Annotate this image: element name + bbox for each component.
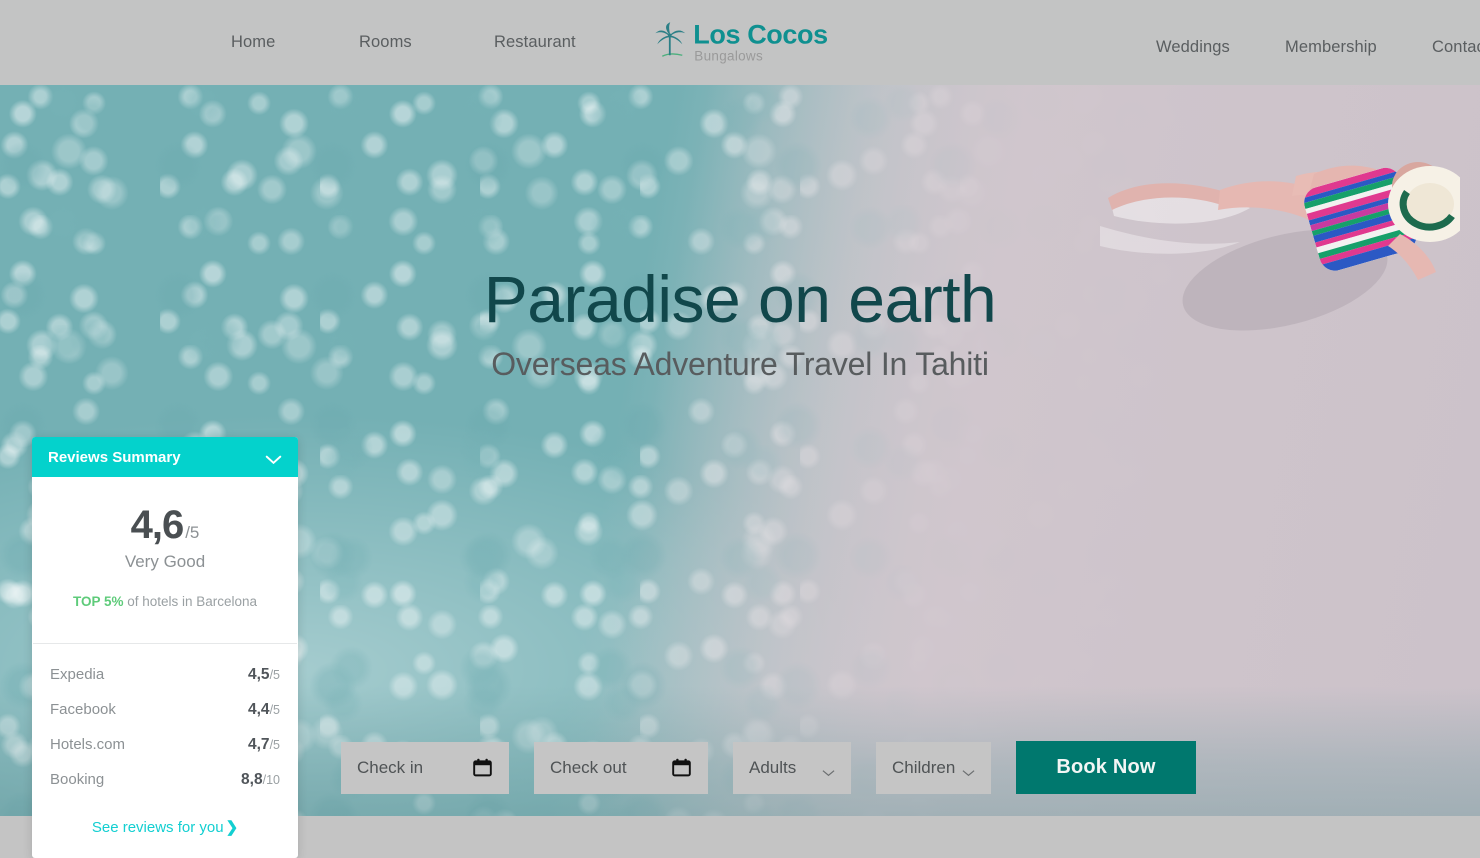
- review-source-denominator: /10: [262, 773, 280, 787]
- nav-item-home[interactable]: Home: [231, 33, 275, 52]
- adults-label: Adults: [749, 757, 797, 777]
- review-source-row: Booking 8,8/10: [50, 763, 280, 798]
- review-source-name: Expedia: [50, 666, 105, 683]
- review-source-denominator: /5: [269, 738, 280, 752]
- children-label: Children: [892, 757, 956, 777]
- reviews-summary-header[interactable]: Reviews Summary: [32, 437, 298, 477]
- hero-title: Paradise on earth: [483, 262, 997, 336]
- nav-item-contact[interactable]: Contact: [1432, 38, 1480, 57]
- review-source-value: 8,8: [241, 771, 263, 788]
- hero-subtitle: Overseas Adventure Travel In Tahiti: [491, 346, 989, 383]
- overall-score-denominator: /5: [185, 523, 200, 542]
- review-source-denominator: /5: [269, 668, 280, 682]
- primary-nav-left: Home Rooms Restaurant: [0, 0, 660, 85]
- hero-text-block: Paradise on earth Overseas Adventure Tra…: [0, 262, 1480, 383]
- reviews-summary-widget: Reviews Summary 4,6/5 Very Good TOP 5% o…: [32, 437, 298, 858]
- review-source-value: 4,4: [248, 701, 270, 718]
- calendar-icon[interactable]: [671, 757, 692, 778]
- review-source-row: Facebook 4,4/5: [50, 693, 280, 728]
- review-source-name: Facebook: [50, 701, 116, 718]
- review-source-name: Booking: [50, 771, 105, 788]
- booking-bar: Check in Check out Adults Children Book …: [341, 741, 1196, 794]
- review-source-value: 4,7: [248, 736, 270, 753]
- primary-nav-right: Weddings Membership Contact: [860, 0, 1480, 85]
- checkin-date-field[interactable]: Check in: [341, 741, 509, 794]
- top-percent-text: of hotels in Barcelona: [123, 594, 258, 609]
- children-select[interactable]: Children: [876, 741, 991, 794]
- review-source-name: Hotels.com: [50, 736, 126, 753]
- nav-item-restaurant[interactable]: Restaurant: [494, 33, 576, 52]
- chevron-right-icon: ❯: [225, 819, 239, 836]
- checkout-date-field[interactable]: Check out: [534, 741, 708, 794]
- site-logo[interactable]: Los Cocos Bungalows: [652, 19, 828, 64]
- see-reviews-link[interactable]: See reviews for you ❯: [32, 802, 298, 858]
- review-source-row: Expedia 4,5/5: [50, 658, 280, 693]
- review-source-value: 4,5: [248, 666, 270, 683]
- nav-item-membership[interactable]: Membership: [1285, 38, 1377, 57]
- checkout-label: Check out: [550, 757, 627, 777]
- adults-select[interactable]: Adults: [733, 741, 851, 794]
- reviews-summary-title: Reviews Summary: [48, 448, 181, 466]
- overall-score: 4,6: [130, 503, 185, 547]
- logo-subtitle: Bungalows: [694, 48, 764, 64]
- top-percent-badge: TOP 5%: [72, 594, 124, 609]
- see-reviews-link-label: See reviews for you: [91, 818, 224, 836]
- palm-tree-icon: [652, 22, 688, 62]
- nav-item-rooms[interactable]: Rooms: [359, 33, 412, 52]
- chevron-down-icon[interactable]: [962, 764, 975, 776]
- review-source-denominator: /5: [269, 703, 280, 717]
- review-sources-list: Expedia 4,5/5 Facebook 4,4/5 Hotels.com …: [32, 644, 298, 802]
- chevron-down-icon[interactable]: [822, 764, 835, 776]
- calendar-icon[interactable]: [472, 757, 493, 778]
- site-header: Home Rooms Restaurant Los Cocos Bungalow…: [0, 0, 1480, 85]
- overall-score-block: 4,6/5 Very Good TOP 5% of hotels in Barc…: [32, 477, 298, 643]
- logo-name: Los Cocos: [693, 19, 828, 50]
- nav-item-weddings[interactable]: Weddings: [1156, 38, 1230, 57]
- book-now-button[interactable]: Book Now: [1016, 741, 1196, 794]
- chevron-down-icon[interactable]: [265, 452, 282, 465]
- top-percent-badge-row: TOP 5% of hotels in Barcelona: [32, 594, 298, 627]
- review-source-row: Hotels.com 4,7/5: [50, 728, 280, 763]
- overall-score-label: Very Good: [124, 552, 206, 571]
- checkin-label: Check in: [357, 757, 424, 777]
